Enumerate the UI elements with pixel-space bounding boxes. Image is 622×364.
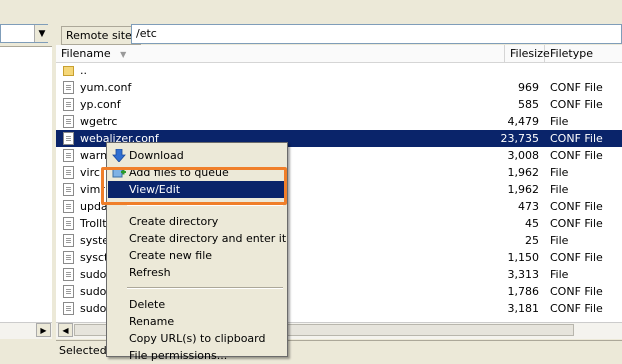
scroll-left-icon[interactable]: ◀	[58, 323, 73, 337]
column-header-filetype[interactable]: Filetype	[545, 45, 622, 62]
file-icon	[63, 149, 74, 162]
menu-item-view-edit[interactable]: View/Edit	[108, 181, 286, 198]
file-icon	[63, 302, 74, 315]
column-header-filesize[interactable]: Filesize	[505, 45, 550, 62]
file-icon	[63, 98, 74, 111]
file-size: 3,181	[507, 302, 540, 315]
menu-item-copy-url-s-to-clipboard[interactable]: Copy URL(s) to clipboard	[108, 330, 286, 347]
menu-item-label: Rename	[129, 315, 175, 328]
file-type: CONF File	[550, 81, 603, 94]
file-icon	[63, 285, 74, 298]
menu-item-label: Copy URL(s) to clipboard	[129, 332, 266, 345]
file-name: upda	[80, 200, 108, 213]
file-type: CONF File	[550, 251, 603, 264]
menu-item-label: Add files to queue	[129, 166, 229, 179]
file-name: Trollt	[80, 217, 107, 230]
menu-item-delete[interactable]: Delete	[108, 296, 286, 313]
file-row[interactable]: yum.conf 969 CONF File	[56, 79, 622, 96]
menu-item-refresh[interactable]: Refresh	[108, 264, 286, 281]
context-menu: Download Add files to queue View/Edit Creat…	[106, 142, 288, 362]
remote-site-label: Remote site:	[61, 26, 141, 45]
column-header-filename[interactable]: Filename ▼	[56, 45, 505, 62]
menu-item-add-files-to-queue[interactable]: Add files to queue	[108, 164, 286, 181]
file-size: 1,962	[507, 166, 540, 179]
status-text: Selected	[59, 344, 107, 357]
menu-item-label: Download	[129, 149, 184, 162]
file-name: wgetrc	[80, 115, 118, 128]
file-type: CONF File	[550, 149, 603, 162]
menu-separator	[127, 204, 283, 206]
menu-item-label: View/Edit	[129, 183, 181, 196]
file-size: 1,962	[507, 183, 540, 196]
file-size: 45	[525, 217, 539, 230]
menu-item-create-directory-and-enter-it[interactable]: Create directory and enter it	[108, 230, 286, 247]
file-type: File	[550, 183, 569, 196]
file-type: CONF File	[550, 285, 603, 298]
file-size: 3,313	[507, 268, 540, 281]
file-icon	[63, 217, 74, 230]
file-icon	[63, 132, 74, 145]
file-type: CONF File	[550, 132, 603, 145]
file-size: 23,735	[500, 132, 540, 145]
chevron-down-icon[interactable]: ▼	[34, 25, 49, 42]
file-icon	[63, 251, 74, 264]
add-queue-icon	[112, 166, 126, 179]
folder-up-icon	[63, 66, 74, 76]
file-size: 1,786	[507, 285, 540, 298]
menu-item-create-new-file[interactable]: Create new file	[108, 247, 286, 264]
file-name: vimr	[80, 183, 105, 196]
column-filename-label: Filename	[61, 47, 111, 60]
file-type: CONF File	[550, 302, 603, 315]
file-icon	[63, 166, 74, 179]
menu-item-label: Create new file	[129, 249, 213, 262]
remote-path-input[interactable]: /etc	[131, 24, 622, 44]
sort-arrow-icon: ▼	[120, 50, 127, 59]
file-row[interactable]: ..	[56, 62, 622, 79]
file-name: ..	[80, 64, 87, 77]
file-name: yp.conf	[80, 98, 121, 111]
file-size: 3,008	[507, 149, 540, 162]
file-size: 1,150	[507, 251, 540, 264]
file-type: File	[550, 115, 569, 128]
file-type: CONF File	[550, 217, 603, 230]
menu-item-label: Delete	[129, 298, 166, 311]
file-icon	[63, 200, 74, 213]
file-type: CONF File	[550, 98, 603, 111]
file-size: 473	[518, 200, 539, 213]
local-file-list[interactable]	[0, 46, 52, 323]
menu-item-label: Create directory and enter it	[129, 232, 287, 245]
file-size: 585	[518, 98, 539, 111]
file-type: CONF File	[550, 200, 603, 213]
menu-item-label: File permissions...	[129, 349, 228, 362]
file-size: 4,479	[507, 115, 540, 128]
download-arrow-icon	[112, 148, 126, 163]
menu-separator	[127, 287, 283, 289]
file-icon	[63, 268, 74, 281]
menu-item-label: Create directory	[129, 215, 219, 228]
column-filesize-label: Filesize	[510, 47, 550, 60]
file-type: File	[550, 234, 569, 247]
file-icon	[63, 183, 74, 196]
file-icon	[63, 115, 74, 128]
file-row[interactable]: wgetrc 4,479 File	[56, 113, 622, 130]
file-name: syste	[80, 234, 110, 247]
scroll-right-icon[interactable]: ▶	[36, 323, 51, 337]
menu-item-file-permissions[interactable]: File permissions...	[108, 347, 286, 364]
menu-item-download[interactable]: Download	[108, 147, 286, 164]
file-type: File	[550, 268, 569, 281]
file-type: File	[550, 166, 569, 179]
file-row[interactable]: yp.conf 585 CONF File	[56, 96, 622, 113]
file-size: 969	[518, 81, 539, 94]
file-icon	[63, 81, 74, 94]
file-icon	[63, 234, 74, 247]
file-name: virc	[80, 166, 100, 179]
column-filetype-label: Filetype	[550, 47, 593, 60]
file-size: 25	[525, 234, 539, 247]
menu-item-create-directory[interactable]: Create directory	[108, 213, 286, 230]
menu-item-rename[interactable]: Rename	[108, 313, 286, 330]
file-name: yum.conf	[80, 81, 132, 94]
menu-item-label: Refresh	[129, 266, 171, 279]
